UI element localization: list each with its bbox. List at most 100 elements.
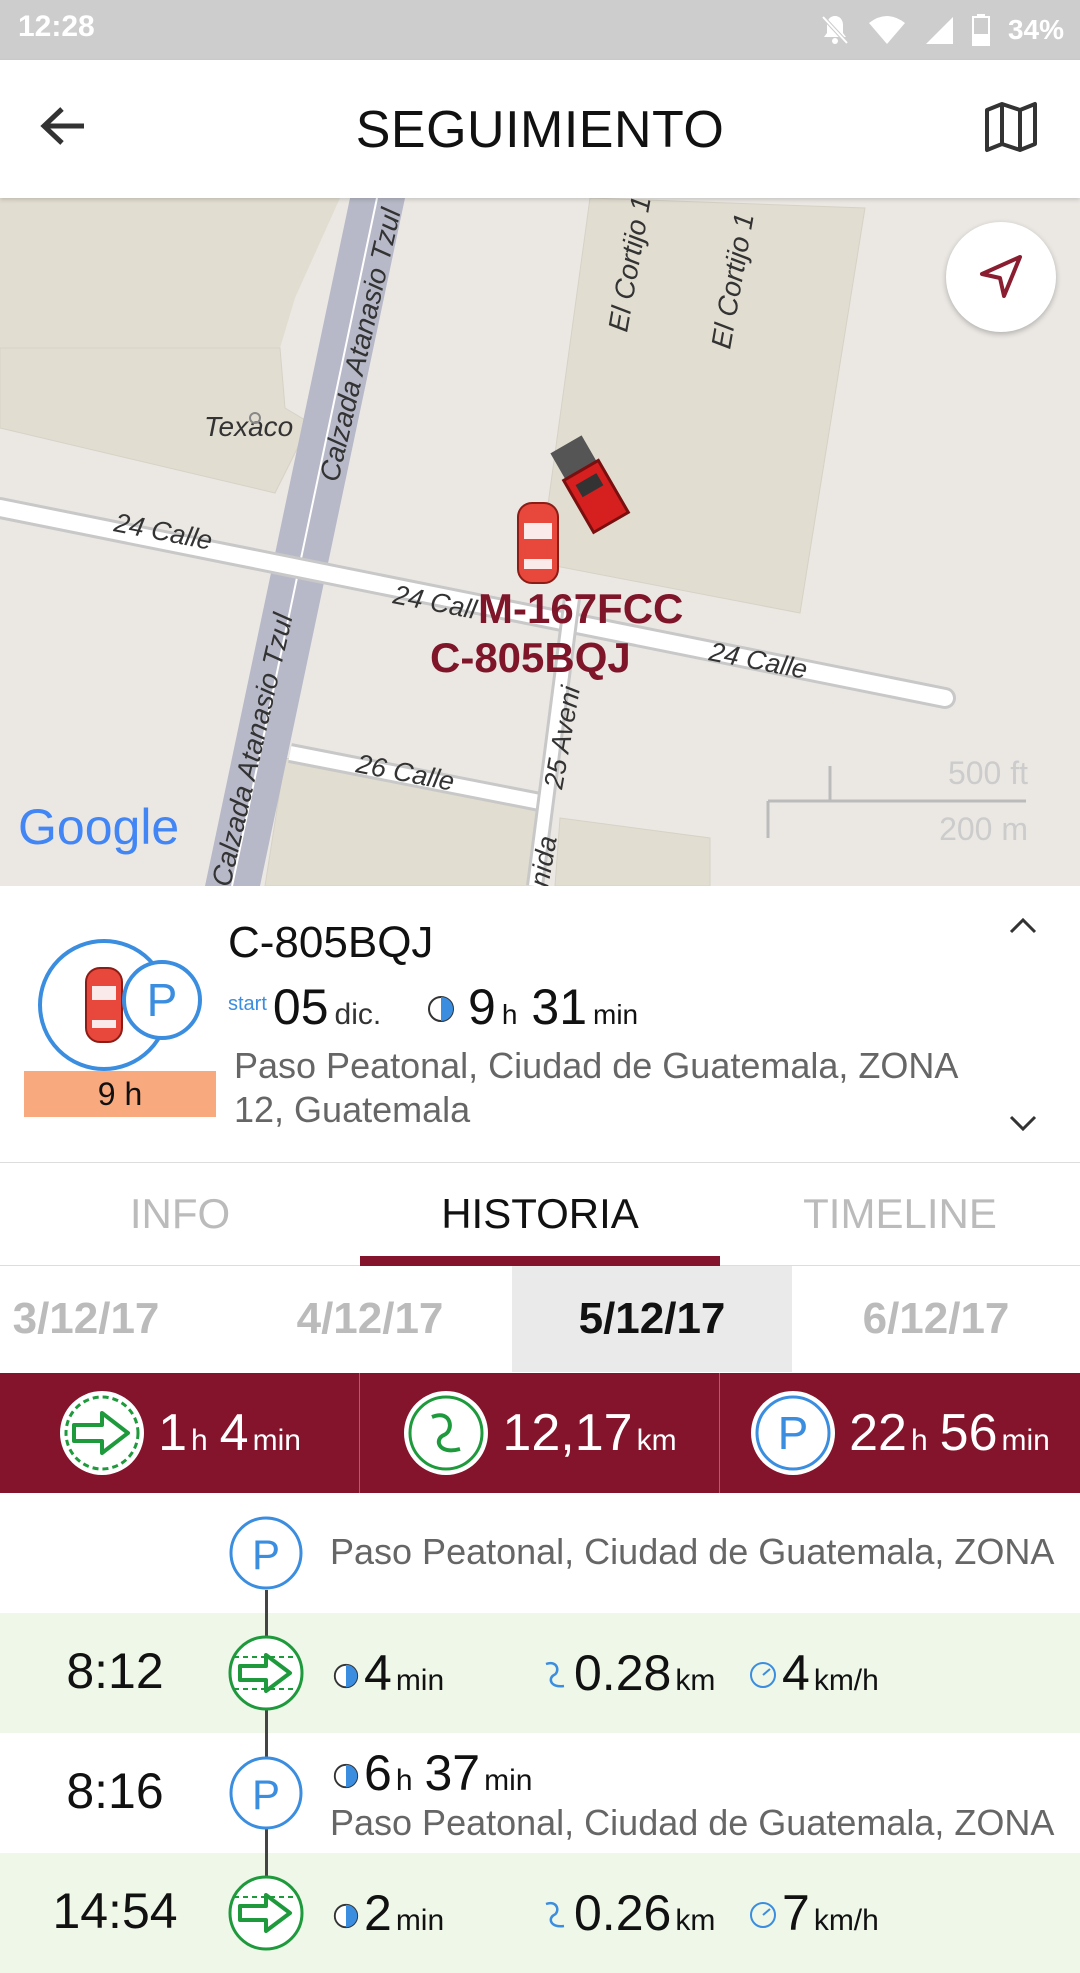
driving-arrow-icon bbox=[60, 1391, 145, 1475]
distance-value: 12,17 bbox=[502, 1404, 633, 1462]
start-day: 05 bbox=[272, 979, 329, 1035]
tab-info[interactable]: INFO bbox=[0, 1162, 360, 1266]
distance-value: 0.26 bbox=[574, 1885, 672, 1941]
map-label-24-calle-b: 24 Call bbox=[390, 579, 480, 625]
distance-unit: km bbox=[636, 1424, 677, 1457]
status-time: 12:28 bbox=[18, 10, 95, 43]
clock-icon bbox=[333, 1663, 359, 1689]
start-label: start bbox=[228, 993, 267, 1015]
map-canvas[interactable]: Texaco Calzada Atanasio Tzul Calzada Ata… bbox=[0, 198, 1080, 886]
duration-unit: min bbox=[395, 1904, 445, 1937]
parking-icon: P bbox=[229, 1516, 303, 1590]
battery-percent: 34% bbox=[1007, 14, 1064, 45]
svg-text:P: P bbox=[252, 1771, 280, 1818]
vehicle-avatar: P bbox=[38, 939, 202, 1071]
map-block bbox=[0, 198, 340, 348]
google-logo: Google bbox=[18, 799, 179, 855]
svg-text:P: P bbox=[252, 1531, 280, 1578]
elapsed-minutes: 31 bbox=[531, 979, 588, 1035]
distance-value: 0.28 bbox=[574, 1645, 672, 1701]
speed-unit: km/h bbox=[813, 1664, 879, 1697]
start-month: dic. bbox=[334, 998, 382, 1031]
parked-minutes-unit: min bbox=[1001, 1424, 1050, 1457]
speedometer-icon bbox=[750, 1662, 776, 1688]
battery-icon bbox=[971, 14, 990, 46]
chevron-down-icon[interactable] bbox=[1008, 1114, 1038, 1134]
parking-icon: P bbox=[229, 1756, 303, 1830]
date-item-selected[interactable]: 5/12/17 bbox=[512, 1266, 792, 1372]
wifi-icon bbox=[868, 16, 905, 44]
vehicle-elapsed: 9 h 31 min bbox=[426, 978, 638, 1036]
clock-icon bbox=[333, 1763, 359, 1789]
clock-icon bbox=[333, 1903, 359, 1929]
route-icon bbox=[545, 1661, 565, 1688]
duration-hours: 6 bbox=[364, 1745, 392, 1801]
timeline-time: 14:54 bbox=[52, 1883, 178, 1939]
app-header: SEGUIMIENTO bbox=[0, 60, 1080, 198]
duration-unit: min bbox=[395, 1664, 445, 1697]
map-plate-car: C-805BQJ bbox=[430, 634, 631, 681]
driving-hours-unit: h bbox=[190, 1424, 208, 1457]
car-marker[interactable] bbox=[517, 502, 559, 584]
tab-historia[interactable]: HISTORIA bbox=[360, 1162, 720, 1266]
distance-unit: km bbox=[675, 1664, 716, 1697]
timeline-distance: 0.28 km bbox=[540, 1644, 715, 1702]
speed-value: 4 bbox=[782, 1645, 810, 1701]
driving-arrow-icon bbox=[228, 1875, 304, 1951]
parked-duration-badge: 9 h bbox=[24, 1071, 216, 1117]
parked-minutes: 56 bbox=[939, 1404, 998, 1462]
parked-hours: 22 bbox=[849, 1404, 907, 1462]
signal-icon bbox=[925, 17, 953, 44]
map-icon[interactable] bbox=[984, 100, 1038, 154]
scale-meters: 200 m bbox=[939, 811, 1028, 847]
duration-value: 4 bbox=[364, 1645, 392, 1701]
summary-driving: 1 h 4 min bbox=[0, 1373, 359, 1493]
driving-hours: 1 bbox=[158, 1404, 187, 1462]
route-icon bbox=[404, 1391, 489, 1475]
driving-arrow-icon bbox=[228, 1635, 304, 1711]
speed-value: 7 bbox=[782, 1885, 810, 1941]
vehicle-address: Paso Peatonal, Ciudad de Guatemala, ZONA… bbox=[234, 1044, 1014, 1132]
duration-hours-unit: h bbox=[395, 1764, 413, 1797]
elapsed-minutes-unit: min bbox=[593, 999, 639, 1030]
timeline-time: 8:12 bbox=[66, 1643, 164, 1699]
route-icon bbox=[545, 1901, 565, 1928]
map-label-24-calle-c: 24 Calle bbox=[706, 636, 810, 685]
address-line-1: Paso Peatonal, Ciudad de Guatemala, ZONA bbox=[234, 1045, 959, 1086]
map-block bbox=[554, 817, 711, 886]
date-item[interactable]: 4/12/17 bbox=[230, 1266, 510, 1372]
active-tab-indicator bbox=[360, 1256, 720, 1266]
map-label-texaco: Texaco bbox=[204, 411, 293, 442]
parking-icon: P bbox=[147, 974, 178, 1026]
speed-unit: km/h bbox=[813, 1904, 879, 1937]
svg-text:P: P bbox=[778, 1407, 809, 1459]
map-view[interactable]: Texaco Calzada Atanasio Tzul Calzada Ata… bbox=[0, 198, 1080, 886]
timeline-speed: 7 km/h bbox=[748, 1884, 879, 1942]
timeline-duration: 2 min bbox=[332, 1884, 444, 1942]
timeline-duration: 4 min bbox=[332, 1644, 444, 1702]
parked-hours-unit: h bbox=[910, 1424, 928, 1457]
address-line-2: 12, Guatemala bbox=[234, 1089, 471, 1130]
page-title: SEGUIMIENTO bbox=[355, 101, 725, 159]
vehicle-start: start 05 dic. bbox=[228, 978, 381, 1036]
locate-button[interactable] bbox=[946, 222, 1056, 332]
tab-timeline[interactable]: TIMELINE bbox=[720, 1162, 1080, 1266]
speedometer-icon bbox=[750, 1902, 776, 1928]
timeline-duration: 6 h 37 min bbox=[332, 1744, 532, 1802]
timeline-address: Paso Peatonal, Ciudad de Guatemala, ZONA bbox=[330, 1531, 1055, 1572]
elapsed-hours-unit: h bbox=[501, 999, 518, 1030]
duration-minutes: 37 bbox=[424, 1745, 481, 1801]
driving-minutes-unit: min bbox=[252, 1424, 301, 1457]
duration-minutes-unit: min bbox=[484, 1764, 533, 1797]
duration-value: 2 bbox=[364, 1885, 392, 1941]
chevron-up-icon[interactable] bbox=[1008, 915, 1038, 935]
parking-icon: P bbox=[751, 1391, 836, 1475]
timeline-speed: 4 km/h bbox=[748, 1644, 879, 1702]
date-item[interactable]: 3/12/17 bbox=[0, 1266, 226, 1372]
clock-icon bbox=[428, 996, 454, 1022]
date-item[interactable]: 6/12/17 bbox=[796, 1266, 1076, 1372]
notifications-off-icon bbox=[821, 15, 849, 45]
status-bar: 12:28 34% bbox=[0, 0, 1080, 60]
timeline-address: Paso Peatonal, Ciudad de Guatemala, ZONA bbox=[330, 1802, 1055, 1843]
navigation-arrow-icon bbox=[980, 255, 1022, 298]
